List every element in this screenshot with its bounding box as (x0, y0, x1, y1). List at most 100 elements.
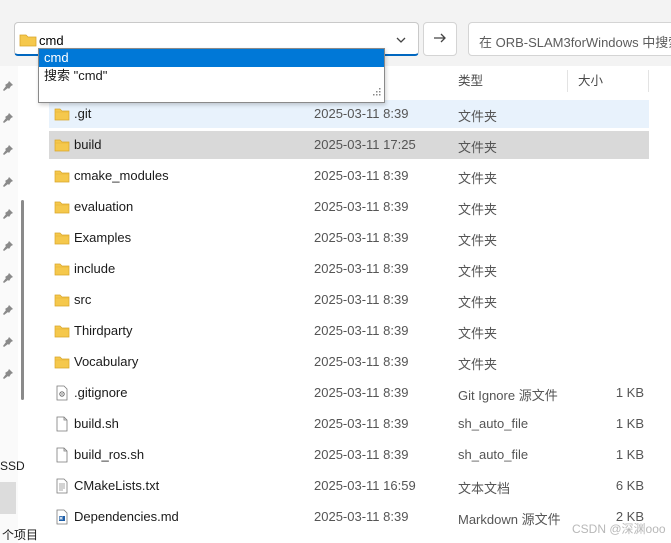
file-name: Dependencies.md (74, 509, 179, 524)
nav-scrollbar[interactable] (21, 200, 24, 400)
column-divider[interactable] (567, 70, 568, 92)
file-type: Git Ignore 源文件 (458, 388, 558, 403)
file-name: build.sh (74, 416, 119, 431)
document-icon (54, 416, 70, 432)
folder-icon (54, 354, 70, 370)
file-type: 文本文档 (458, 481, 511, 496)
file-date: 2025-03-11 8:39 (314, 168, 409, 183)
pin-icon[interactable] (2, 368, 14, 380)
pin-icon[interactable] (2, 272, 14, 284)
folder-icon (54, 323, 70, 339)
search-input[interactable]: 在 ORB-SLAM3forWindows 中搜索 (468, 22, 671, 56)
text-file-icon (54, 478, 70, 494)
pin-icon[interactable] (2, 208, 14, 220)
file-date: 2025-03-11 8:39 (314, 323, 409, 338)
folder-icon (54, 261, 70, 277)
folder-icon (54, 199, 70, 215)
pin-icon[interactable] (2, 144, 14, 156)
file-name: CMakeLists.txt (74, 478, 160, 493)
watermark: CSDN @深渊ooo (572, 522, 666, 536)
file-row[interactable]: build.sh 2025-03-11 8:39 sh_auto_file 1 KB (49, 410, 649, 438)
item-count: 个项目 (2, 528, 39, 542)
column-divider[interactable] (648, 70, 649, 92)
file-type: 文件夹 (458, 326, 498, 341)
file-date: 2025-03-11 8:39 (314, 447, 409, 462)
search-placeholder: 在 ORB-SLAM3forWindows 中搜索 (479, 35, 671, 50)
file-row[interactable]: .gitignore 2025-03-11 8:39 Git Ignore 源文件 1… (49, 379, 649, 407)
drive-label[interactable]: SSD (0, 459, 25, 473)
file-size: 1 KB (615, 447, 644, 462)
file-row[interactable]: Vocabulary 2025-03-11 8:39 文件夹 (49, 348, 649, 376)
file-date: 2025-03-11 8:39 (314, 416, 409, 431)
file-type: 文件夹 (458, 264, 498, 279)
go-button[interactable] (423, 22, 457, 56)
autocomplete-item-search[interactable]: 搜索 "cmd" (39, 67, 384, 85)
autocomplete-item-cmd[interactable]: cmd (39, 49, 384, 67)
file-row[interactable]: cmake_modules 2025-03-11 8:39 文件夹 (49, 162, 649, 190)
file-date: 2025-03-11 8:39 (314, 509, 409, 524)
nav-selected-item[interactable] (0, 482, 16, 514)
file-type: 文件夹 (458, 202, 498, 217)
chevron-down-icon[interactable] (394, 33, 408, 47)
file-date: 2025-03-11 8:39 (314, 292, 409, 307)
pin-icon[interactable] (2, 336, 14, 348)
file-type: sh_auto_file (458, 447, 529, 462)
file-name: Examples (74, 230, 132, 245)
file-row[interactable]: build 2025-03-11 17:25 文件夹 (49, 131, 649, 159)
folder-icon (54, 168, 70, 184)
file-date: 2025-03-11 16:59 (314, 478, 416, 493)
file-row[interactable]: Thirdparty 2025-03-11 8:39 文件夹 (49, 317, 649, 345)
file-size: 1 KB (615, 385, 644, 400)
pin-icon[interactable] (2, 176, 14, 188)
file-name: include (74, 261, 116, 276)
file-type: 文件夹 (458, 233, 498, 248)
file-date: 2025-03-11 8:39 (314, 385, 409, 400)
file-row[interactable]: Dependencies.md 2025-03-11 8:39 Markdown 源… (49, 503, 649, 531)
file-type: 文件夹 (458, 357, 498, 372)
document-icon (54, 447, 70, 463)
file-row[interactable]: CMakeLists.txt 2025-03-11 16:59 文本文档 6 KB (49, 472, 649, 500)
file-row[interactable]: src 2025-03-11 8:39 文件夹 (49, 286, 649, 314)
address-input[interactable] (39, 30, 379, 50)
folder-icon (54, 230, 70, 246)
arrow-right-icon (433, 32, 447, 47)
file-type: 文件夹 (458, 109, 498, 124)
file-name: cmake_modules (74, 168, 169, 183)
file-size: 1 KB (615, 416, 644, 431)
file-row[interactable]: build_ros.sh 2025-03-11 8:39 sh_auto_file 1… (49, 441, 649, 469)
file-type: 文件夹 (458, 140, 498, 155)
folder-icon (54, 137, 70, 153)
markdown-file-icon (54, 509, 70, 525)
autocomplete-dropdown: cmd 搜索 "cmd" (38, 48, 385, 103)
file-name: Vocabulary (74, 354, 139, 369)
file-name: evaluation (74, 199, 134, 214)
folder-icon (19, 32, 37, 51)
file-row[interactable]: .git 2025-03-11 8:39 文件夹 (49, 100, 649, 128)
pin-icon[interactable] (2, 240, 14, 252)
file-size: 6 KB (615, 478, 644, 493)
file-date: 2025-03-11 8:39 (314, 199, 409, 214)
file-name: build_ros.sh (74, 447, 145, 462)
file-row[interactable]: include 2025-03-11 8:39 文件夹 (49, 255, 649, 283)
file-row[interactable]: evaluation 2025-03-11 8:39 文件夹 (49, 193, 649, 221)
file-date: 2025-03-11 8:39 (314, 261, 409, 276)
column-header-size[interactable]: 大小 (578, 66, 603, 96)
file-name: .gitignore (74, 385, 128, 400)
pin-icon[interactable] (2, 112, 14, 124)
resize-grip-icon[interactable] (373, 84, 381, 99)
file-name: build (74, 137, 102, 152)
file-date: 2025-03-11 8:39 (314, 354, 409, 369)
folder-icon (54, 292, 70, 308)
column-header-type[interactable]: 类型 (458, 66, 483, 96)
file-name: .git (74, 106, 92, 121)
file-type: Markdown 源文件 (458, 512, 561, 527)
file-name: Thirdparty (74, 323, 133, 338)
file-type: 文件夹 (458, 171, 498, 186)
file-date: 2025-03-11 17:25 (314, 137, 416, 152)
pin-icon[interactable] (2, 304, 14, 316)
file-row[interactable]: Examples 2025-03-11 8:39 文件夹 (49, 224, 649, 252)
file-name: src (74, 292, 92, 307)
file-type: sh_auto_file (458, 416, 529, 431)
gitignore-file-icon (54, 385, 70, 401)
pin-icon[interactable] (2, 80, 14, 92)
